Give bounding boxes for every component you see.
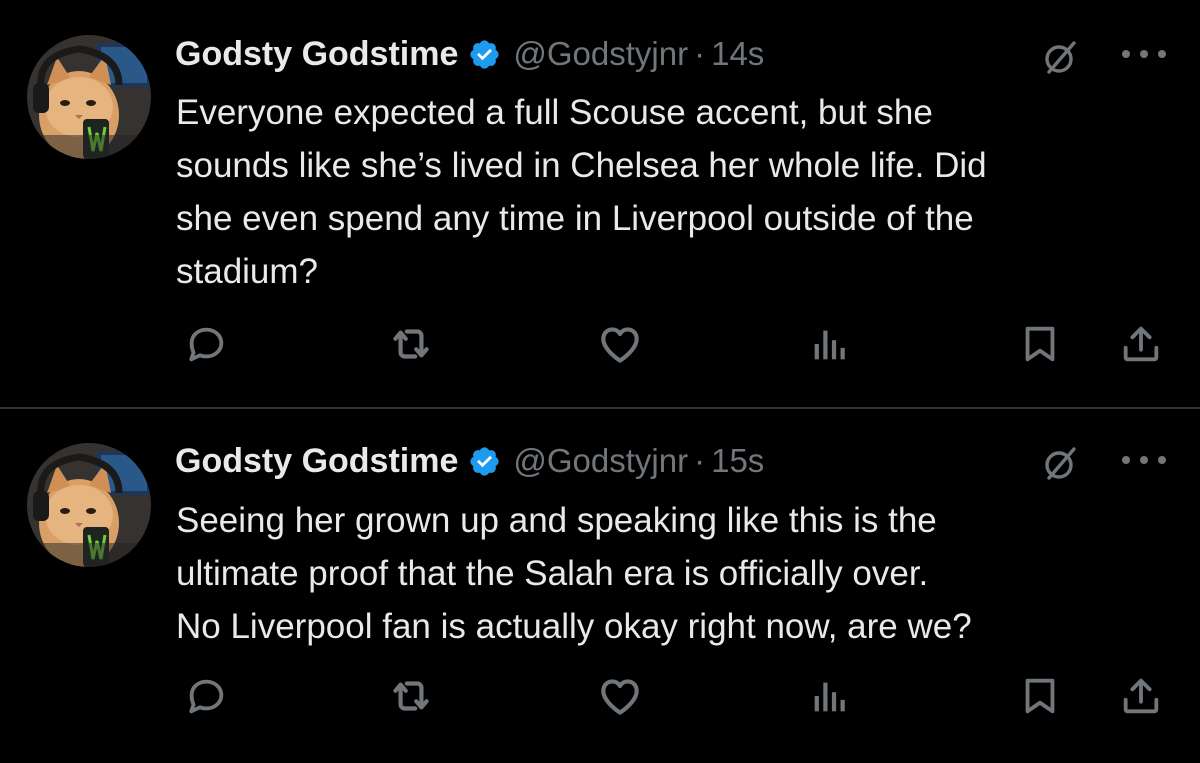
retweet-button[interactable] xyxy=(383,316,439,372)
timestamp[interactable]: 14s xyxy=(711,35,764,73)
tweet-text: Everyone expected a full Scouse accent, … xyxy=(176,93,987,291)
grok-icon[interactable] xyxy=(1040,444,1080,484)
tweet-actions xyxy=(0,316,1200,372)
tweet-header: Godsty Godstime @Godstyjnr · 15s xyxy=(175,439,764,483)
bookmark-icon xyxy=(1025,326,1055,362)
like-icon xyxy=(601,679,639,715)
like-button[interactable] xyxy=(592,316,648,372)
share-button[interactable] xyxy=(1113,668,1169,724)
grok-icon[interactable] xyxy=(1040,38,1080,78)
share-icon xyxy=(1123,326,1159,362)
reply-icon xyxy=(189,327,224,362)
tweet-actions xyxy=(0,668,1200,724)
user-handle[interactable]: @Godstyjnr xyxy=(513,35,688,73)
tweet[interactable]: Godsty Godstime @Godstyjnr · 15s Seeing … xyxy=(0,410,1200,763)
views-icon xyxy=(814,682,845,712)
retweet-button[interactable] xyxy=(383,668,439,724)
reply-button[interactable] xyxy=(178,668,234,724)
views-icon xyxy=(814,330,845,360)
retweet-icon xyxy=(393,329,429,359)
cat-avatar-image xyxy=(27,35,151,159)
bookmark-button[interactable] xyxy=(1012,668,1068,724)
reply-button[interactable] xyxy=(178,316,234,372)
more-icon[interactable] xyxy=(1118,450,1170,470)
bookmark-icon xyxy=(1025,678,1055,714)
divider xyxy=(0,407,1200,409)
timestamp[interactable]: 15s xyxy=(711,442,764,480)
views-button[interactable] xyxy=(802,668,858,724)
cat-avatar-image xyxy=(27,443,151,567)
like-button[interactable] xyxy=(592,668,648,724)
avatar[interactable] xyxy=(27,35,151,159)
more-icon[interactable] xyxy=(1118,44,1170,64)
separator-dot: · xyxy=(694,442,706,479)
views-button[interactable] xyxy=(802,316,858,372)
display-name[interactable]: Godsty Godstime xyxy=(175,35,458,74)
tweet-header: Godsty Godstime @Godstyjnr · 14s xyxy=(175,32,764,76)
retweet-icon xyxy=(393,681,429,711)
tweet[interactable]: Godsty Godstime @Godstyjnr · 14s Everyon… xyxy=(0,0,1200,408)
display-name[interactable]: Godsty Godstime xyxy=(175,442,458,481)
share-icon xyxy=(1123,678,1159,714)
like-icon xyxy=(601,327,639,363)
share-button[interactable] xyxy=(1113,316,1169,372)
avatar[interactable] xyxy=(27,443,151,567)
separator-dot: · xyxy=(694,35,706,72)
tweet-text: Seeing her grown up and speaking like th… xyxy=(176,501,972,646)
verified-badge-icon xyxy=(470,446,499,476)
verified-badge-icon xyxy=(470,39,499,69)
user-handle[interactable]: @Godstyjnr xyxy=(513,442,688,480)
reply-icon xyxy=(189,679,224,714)
bookmark-button[interactable] xyxy=(1012,316,1068,372)
